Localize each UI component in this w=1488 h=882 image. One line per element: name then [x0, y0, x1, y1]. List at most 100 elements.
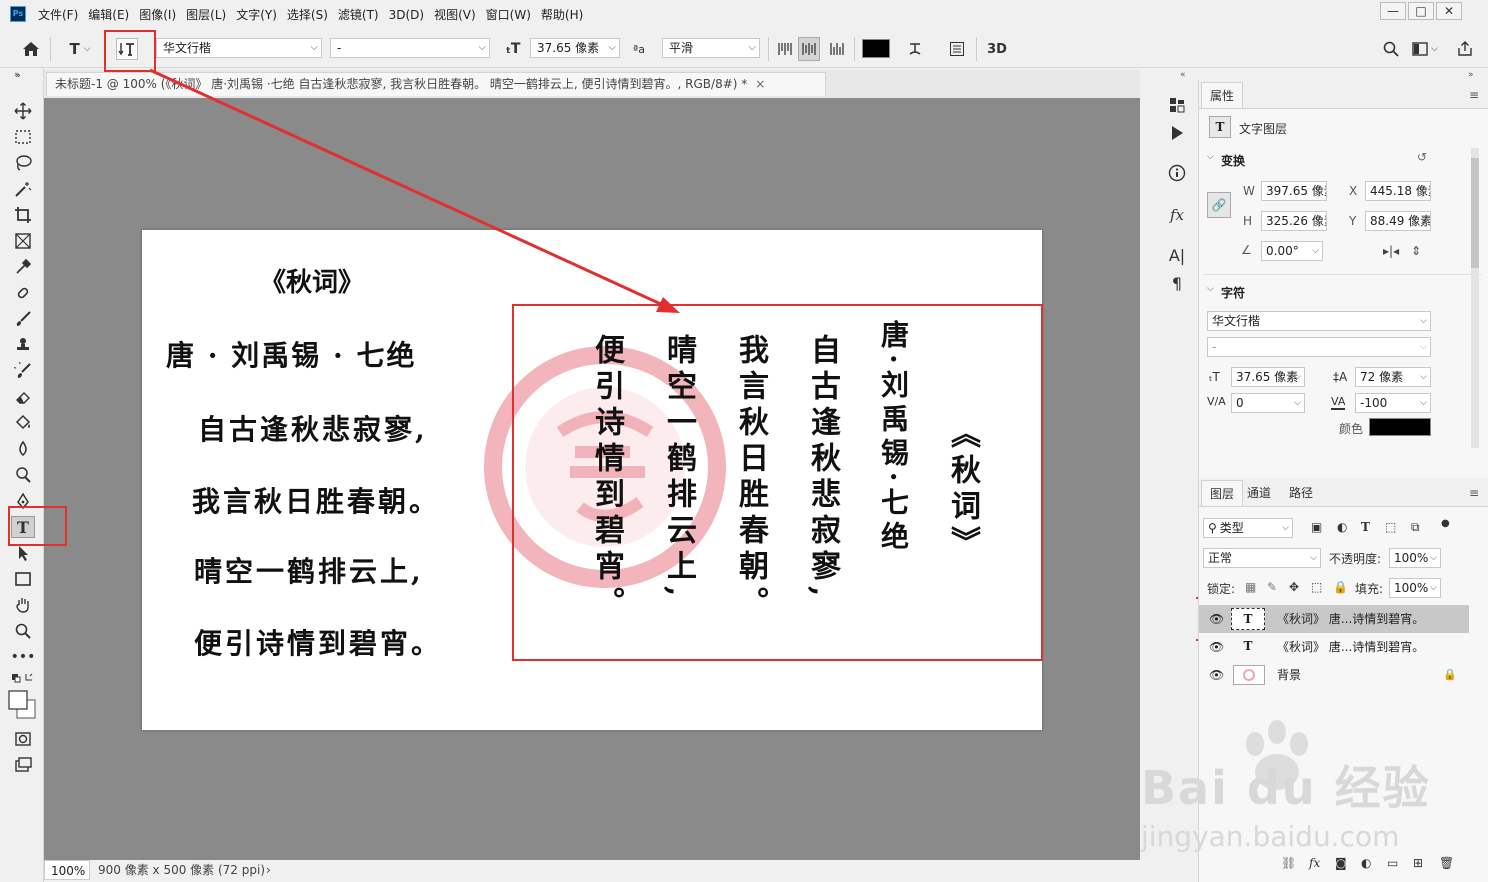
collapse-dock-icon[interactable]: «	[1180, 70, 1186, 80]
brush-tool-icon[interactable]	[11, 308, 35, 330]
collapse-panels-icon[interactable]: »	[1468, 70, 1474, 80]
visibility-eye-icon[interactable]: 👁	[1209, 661, 1224, 689]
layer-row[interactable]: 👁 T 《秋词》 唐...诗情到碧宵。	[1199, 633, 1469, 661]
menu-3d[interactable]: 3D(D)	[389, 8, 424, 22]
channels-tab[interactable]: 通道	[1239, 480, 1279, 506]
opacity-field[interactable]: 100% ⌵	[1389, 548, 1441, 568]
eraser-tool-icon[interactable]	[11, 386, 35, 408]
layer-name[interactable]: 《秋词》 唐...诗情到碧宵。	[1277, 633, 1424, 661]
status-menu-arrow[interactable]: ›	[266, 860, 271, 880]
styles-panel-icon[interactable]: fx	[1164, 202, 1190, 228]
fill-field[interactable]: 100% ⌵	[1389, 578, 1441, 598]
height-field[interactable]: 325.26 像素	[1261, 211, 1327, 231]
document-tab[interactable]: 未标题-1 @ 100% (《秋词》 唐·刘禹锡 ·七绝 自古逢秋悲寂寥, 我言…	[46, 72, 826, 96]
layer-name[interactable]: 《秋词》 唐...诗情到碧宵。	[1277, 605, 1424, 633]
add-layer-style-icon[interactable]: fx	[1309, 856, 1320, 870]
warp-text-icon[interactable]	[904, 38, 926, 60]
new-layer-icon[interactable]: ⊞	[1413, 856, 1423, 870]
menu-layer[interactable]: 图层(L)	[186, 8, 226, 22]
new-adjustment-layer-icon[interactable]: ◐	[1361, 856, 1371, 870]
font-size-select[interactable]: 37.65 像素 ⌵	[530, 38, 620, 58]
close-button[interactable]: ✕	[1436, 2, 1462, 20]
close-tab-icon[interactable]: ×	[755, 77, 765, 91]
marquee-tool-icon[interactable]	[11, 126, 35, 148]
paint-bucket-tool-icon[interactable]	[11, 412, 35, 434]
new-group-icon[interactable]: ▭	[1387, 856, 1398, 870]
angle-field[interactable]: 0.00° ⌵	[1261, 241, 1323, 261]
search-icon[interactable]	[1380, 38, 1402, 60]
menu-edit[interactable]: 编辑(E)	[88, 8, 129, 22]
paths-tab[interactable]: 路径	[1281, 480, 1321, 506]
menu-file[interactable]: 文件(F)	[38, 8, 78, 22]
lock-position-icon[interactable]: ✥	[1289, 580, 1299, 594]
font-family-select[interactable]: 华文行楷 ⌵	[156, 38, 322, 58]
x-field[interactable]: 445.18 像素	[1365, 181, 1431, 201]
lock-all-icon[interactable]: 🔒	[1333, 580, 1348, 594]
align-bottom-icon[interactable]	[826, 38, 848, 60]
filter-toggle-icon[interactable]: ●	[1441, 518, 1450, 529]
layer-row-background[interactable]: 👁 背景 🔒	[1199, 661, 1469, 689]
transform-collapse-icon[interactable]: ⌵	[1207, 152, 1214, 162]
eyedropper-tool-icon[interactable]	[11, 256, 35, 278]
properties-menu-icon[interactable]: ≡	[1469, 88, 1479, 102]
character-color-swatch[interactable]	[1369, 418, 1431, 436]
character-font-style[interactable]: - ⌵	[1207, 337, 1431, 357]
blur-tool-icon[interactable]	[11, 438, 35, 460]
history-brush-tool-icon[interactable]	[11, 360, 35, 382]
screen-mode-icon[interactable]	[11, 754, 35, 776]
rectangle-tool-icon[interactable]	[11, 568, 35, 590]
menu-type[interactable]: 文字(Y)	[236, 8, 277, 22]
menu-filter[interactable]: 滤镜(T)	[338, 8, 379, 22]
visibility-eye-icon[interactable]: 👁	[1209, 605, 1224, 633]
lasso-tool-icon[interactable]	[11, 152, 35, 174]
workspace-icon[interactable]: ⌵	[1410, 38, 1440, 60]
flip-horizontal-icon[interactable]: ▸|◂	[1383, 244, 1399, 258]
home-icon[interactable]	[20, 38, 42, 60]
dodge-tool-icon[interactable]	[11, 464, 35, 486]
more-tools-icon[interactable]: •••	[11, 646, 36, 668]
y-field[interactable]: 88.49 像素	[1365, 211, 1431, 231]
link-layers-icon[interactable]: ⛓	[1281, 856, 1296, 870]
blend-mode-select[interactable]: 正常 ⌵	[1203, 548, 1321, 568]
clone-stamp-tool-icon[interactable]	[11, 334, 35, 356]
expand-toolbar-icon[interactable]: »	[14, 70, 20, 80]
zoom-tool-icon[interactable]	[11, 620, 35, 642]
layer-row-active[interactable]: 👁 T 《秋词》 唐...诗情到碧宵。	[1199, 605, 1469, 633]
character-kerning-field[interactable]: 0 ⌵	[1231, 393, 1305, 413]
3d-button[interactable]: 3D	[986, 38, 1008, 60]
character-collapse-icon[interactable]: ⌵	[1207, 284, 1214, 294]
lock-pixels-icon[interactable]: ✎	[1267, 580, 1277, 594]
menu-help[interactable]: 帮助(H)	[541, 8, 583, 22]
healing-brush-tool-icon[interactable]	[11, 282, 35, 304]
width-field[interactable]: 397.65 像素	[1261, 181, 1327, 201]
menu-window[interactable]: 窗口(W)	[486, 8, 531, 22]
info-panel-icon[interactable]	[1164, 160, 1190, 186]
character-tracking-field[interactable]: -100 ⌵	[1355, 393, 1431, 413]
layers-tab[interactable]: 图层	[1201, 480, 1244, 506]
reset-transform-icon[interactable]: ↺	[1417, 150, 1427, 164]
layer-name[interactable]: 背景	[1277, 661, 1301, 689]
add-mask-icon[interactable]: ◙	[1335, 856, 1347, 870]
character-size-field[interactable]: 37.65 像素 ⌵	[1231, 367, 1305, 387]
lock-artboard-icon[interactable]: ⬚	[1311, 580, 1322, 594]
filter-shape-icon[interactable]: ⬚	[1385, 520, 1396, 534]
character-panel-icon[interactable]	[946, 38, 968, 60]
text-color-swatch[interactable]	[862, 39, 890, 58]
quick-mask-icon[interactable]	[11, 728, 35, 750]
share-icon[interactable]	[1454, 38, 1476, 60]
align-center-icon[interactable]	[798, 37, 820, 61]
actions-panel-icon[interactable]	[1164, 120, 1190, 146]
menu-select[interactable]: 选择(S)	[287, 8, 328, 22]
history-panel-icon[interactable]	[1164, 92, 1190, 118]
lock-transparent-icon[interactable]: ▦	[1245, 580, 1256, 594]
properties-scrollbar[interactable]	[1471, 148, 1479, 448]
magic-wand-tool-icon[interactable]	[11, 178, 35, 200]
menu-view[interactable]: 视图(V)	[434, 8, 476, 22]
layers-menu-icon[interactable]: ≡	[1469, 486, 1479, 500]
character-font-family[interactable]: 华文行楷 ⌵	[1207, 311, 1431, 331]
maximize-button[interactable]: □	[1408, 2, 1434, 20]
document-info[interactable]: 900 像素 x 500 像素 (72 ppi)	[98, 860, 265, 880]
link-dimensions-icon[interactable]: 🔗	[1207, 192, 1231, 218]
crop-tool-icon[interactable]	[11, 204, 35, 226]
properties-tab[interactable]: 属性	[1201, 82, 1244, 108]
